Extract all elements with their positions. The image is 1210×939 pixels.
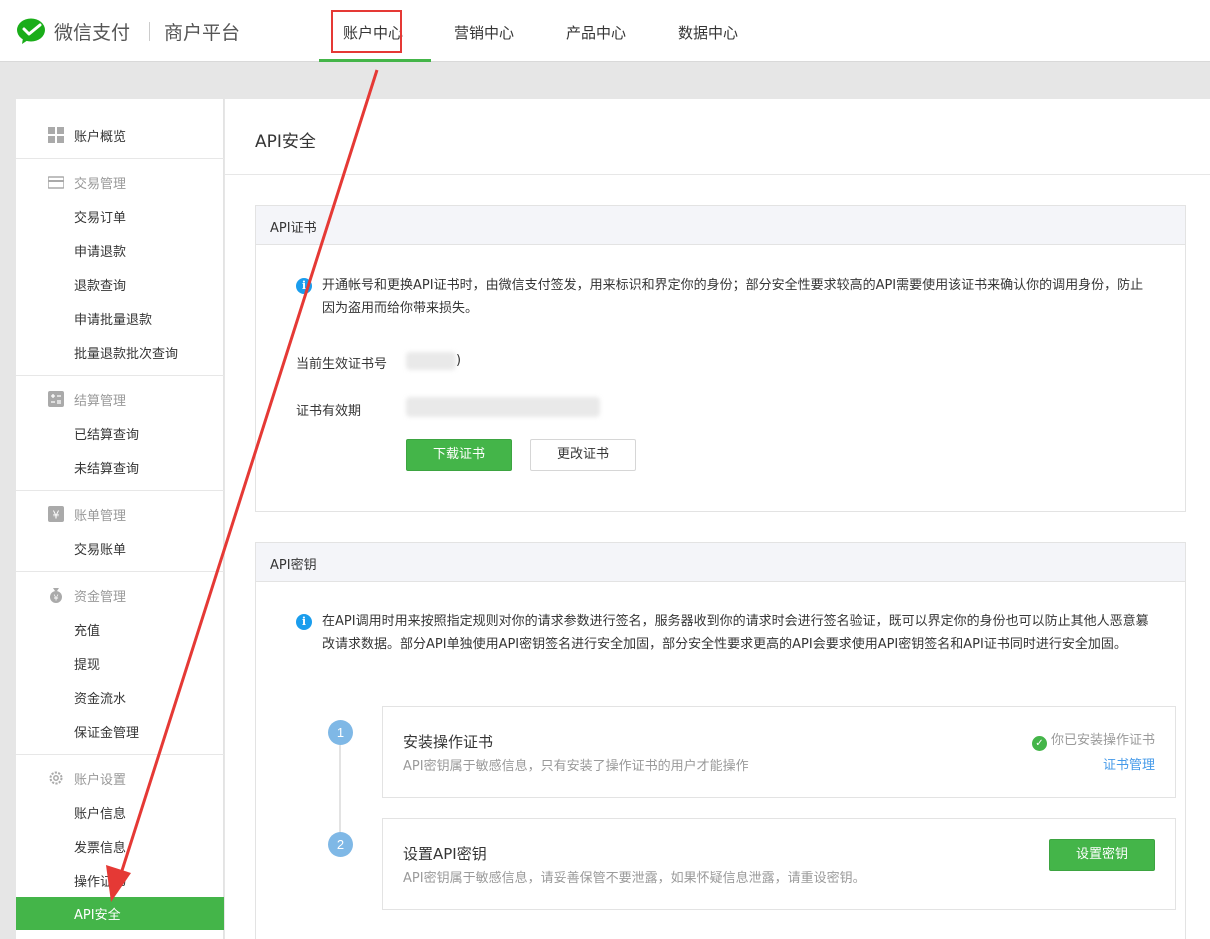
sidebar-item-invoice-info[interactable]: 发票信息	[74, 837, 126, 856]
cert-serial-tail: )	[456, 353, 462, 368]
download-cert-button[interactable]: 下载证书	[406, 439, 512, 471]
step-card-set-key: 设置API密钥 API密钥属于敏感信息，请妥善保管不要泄露，如果怀疑信息泄露，请…	[382, 818, 1176, 910]
key-info-text: 在API调用时用来按照指定规则对你的请求参数进行签名，服务器收到你的请求时会进行…	[322, 614, 1149, 652]
step-card-install-cert: 安装操作证书 API密钥属于敏感信息，只有安装了操作证书的用户才能操作 ✓ 你已安…	[382, 706, 1176, 798]
settle-icon	[48, 391, 64, 407]
bill-icon: ¥	[48, 506, 64, 522]
sidebar-item-trade-orders[interactable]: 交易订单	[74, 207, 126, 226]
sidebar-divider	[16, 158, 224, 159]
sidebar-item-label: 账户概览	[74, 130, 127, 145]
panel-title: API证书	[256, 206, 1185, 245]
sidebar-item-batch-refund-query[interactable]: 批量退款批次查询	[74, 343, 178, 362]
sidebar-group-label: 交易管理	[74, 177, 127, 192]
sidebar-group-label: 资金管理	[74, 590, 127, 605]
sidebar-item-refund-query[interactable]: 退款查询	[74, 275, 126, 294]
api-key-panel: API密钥 i 在API调用时用来按照指定规则对你的请求参数进行签名，服务器收到…	[255, 542, 1186, 939]
nav-marketing-center[interactable]: 营销中心	[454, 22, 514, 43]
step-connector	[339, 745, 341, 835]
sidebar-group-label: 账单管理	[74, 509, 127, 524]
sidebar: 账户概览 交易管理 交易订单 申请退款 退款查询 申请批量退款 批量退款批次查询…	[16, 99, 224, 939]
annotation-highlight-box	[331, 10, 402, 53]
step-description: API密钥属于敏感信息，只有安装了操作证书的用户才能操作	[403, 759, 749, 774]
change-cert-button[interactable]: 更改证书	[530, 439, 636, 471]
sidebar-group-settle: 结算管理	[16, 389, 224, 409]
step-title: 安装操作证书	[403, 733, 494, 751]
page-title: API安全	[255, 132, 316, 152]
panel-title: API密钥	[256, 543, 1185, 582]
svg-text:¥: ¥	[53, 594, 58, 603]
gear-icon	[49, 771, 63, 785]
cert-management-link[interactable]: 证书管理	[1103, 754, 1155, 773]
sidebar-divider	[16, 754, 224, 755]
sidebar-item-withdraw[interactable]: 提现	[74, 654, 100, 673]
wechat-pay-logo-icon	[17, 18, 45, 44]
sidebar-item-deposit-management[interactable]: 保证金管理	[74, 722, 139, 741]
set-key-button[interactable]: 设置密钥	[1049, 839, 1155, 871]
sidebar-item-apply-refund[interactable]: 申请退款	[74, 241, 126, 260]
nav-data-center[interactable]: 数据中心	[678, 22, 738, 43]
redacted-validity	[406, 397, 600, 417]
sidebar-group-label: 结算管理	[74, 394, 127, 409]
sidebar-item-overview[interactable]: 账户概览	[16, 125, 224, 145]
sidebar-item-operation-cert[interactable]: 操作证书	[74, 871, 126, 890]
top-bar: 微信支付 商户平台 账户中心 营销中心 产品中心 数据中心	[0, 0, 1210, 62]
sidebar-group-trade: 交易管理	[16, 172, 224, 192]
sidebar-item-trade-bill[interactable]: 交易账单	[74, 539, 126, 558]
cert-installed-status: ✓ 你已安装操作证书	[1031, 729, 1155, 751]
api-cert-panel: API证书 i 开通帐号和更换API证书时，由微信支付签发，用来标识和界定你的身…	[255, 205, 1186, 512]
sidebar-group-bill: ¥ 账单管理	[16, 504, 224, 524]
main-content: API安全 API证书 i 开通帐号和更换API证书时，由微信支付签发，用来标识…	[225, 99, 1210, 939]
title-divider	[225, 174, 1210, 175]
grid-icon	[48, 127, 64, 143]
cert-validity-label: 证书有效期	[296, 404, 362, 419]
redacted-serial	[406, 352, 456, 370]
sidebar-item-account-info[interactable]: 账户信息	[74, 803, 126, 822]
step-description: API密钥属于敏感信息，请妥善保管不要泄露，如果怀疑信息泄露，请重设密钥。	[403, 871, 866, 886]
sidebar-item-settled-query[interactable]: 已结算查询	[74, 424, 139, 443]
cert-serial-label: 当前生效证书号	[296, 357, 388, 372]
trade-icon	[48, 176, 64, 189]
active-nav-indicator	[319, 59, 431, 62]
sidebar-item-unsettled-query[interactable]: 未结算查询	[74, 458, 139, 477]
sidebar-group-fund: ¥ 资金管理	[16, 585, 224, 605]
svg-text:¥: ¥	[53, 509, 60, 522]
fund-icon: ¥	[50, 588, 62, 603]
brand-name: 微信支付	[54, 22, 131, 44]
cert-info-text: 开通帐号和更换API证书时，由微信支付签发，用来标识和界定你的身份；部分安全性要…	[322, 278, 1144, 316]
sidebar-group-account-settings: 账户设置	[16, 768, 224, 788]
sidebar-item-recharge[interactable]: 充值	[74, 620, 100, 639]
sidebar-divider	[16, 490, 224, 491]
sidebar-item-fund-flow[interactable]: 资金流水	[74, 688, 126, 707]
info-icon: i	[296, 278, 312, 294]
step-title: 设置API密钥	[403, 845, 487, 863]
sidebar-divider	[16, 375, 224, 376]
step-number: 1	[328, 720, 353, 745]
brand-subtitle: 商户平台	[164, 22, 241, 44]
sidebar-item-label: API安全	[74, 908, 121, 923]
sidebar-item-batch-refund[interactable]: 申请批量退款	[74, 309, 152, 328]
brand-divider	[149, 22, 150, 41]
sidebar-group-label: 账户设置	[74, 773, 127, 788]
info-icon: i	[296, 614, 312, 630]
sidebar-divider	[16, 571, 224, 572]
step-number: 2	[328, 832, 353, 857]
check-circle-icon: ✓	[1031, 736, 1047, 751]
nav-product-center[interactable]: 产品中心	[566, 22, 626, 43]
sidebar-item-api-security[interactable]: API安全	[16, 897, 224, 930]
